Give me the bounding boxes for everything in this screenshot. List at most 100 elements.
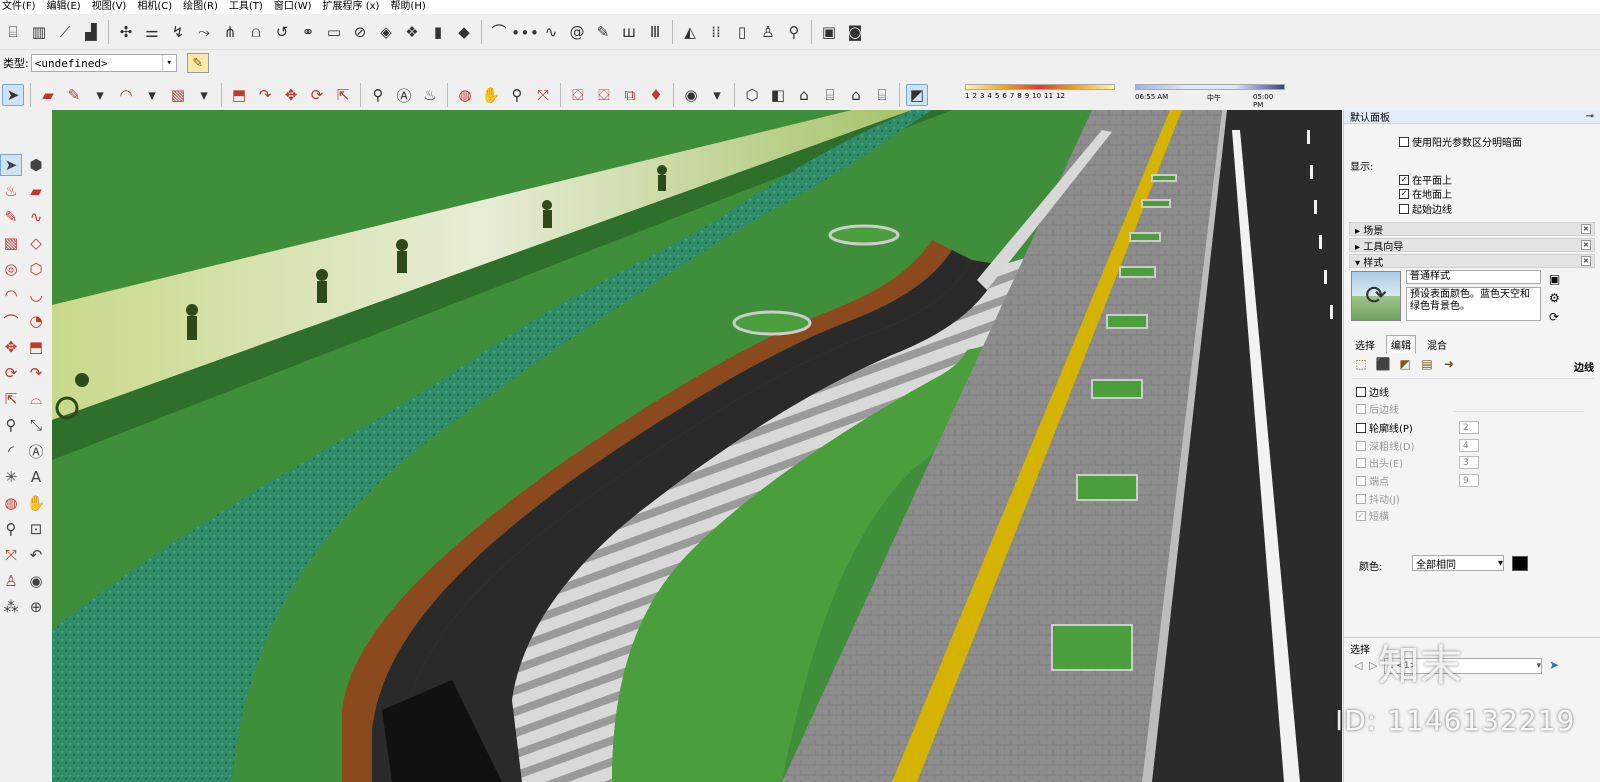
- background-settings-icon[interactable]: ◩: [1396, 356, 1414, 372]
- bend-icon[interactable]: ↯: [167, 21, 189, 43]
- branch-icon[interactable]: ⋔: [219, 21, 241, 43]
- on-faces-checkbox[interactable]: ✓: [1399, 174, 1409, 185]
- on-ground-checkbox[interactable]: ✓: [1399, 188, 1409, 199]
- move-icon[interactable]: ✥: [0, 336, 22, 358]
- offset-icon[interactable]: ⌓: [25, 388, 47, 410]
- top-view-icon[interactable]: ◧: [767, 84, 789, 106]
- 3d-text-icon[interactable]: A: [25, 466, 47, 488]
- account-icon[interactable]: ◉: [680, 84, 702, 106]
- arc-icon[interactable]: ◠: [115, 84, 137, 106]
- follow-me-icon[interactable]: ↷: [254, 84, 276, 106]
- right-view-icon[interactable]: ⌸: [819, 84, 841, 106]
- diamond-icon[interactable]: ◆: [453, 21, 475, 43]
- look-around-icon[interactable]: ◉: [25, 570, 47, 592]
- dots-line-icon[interactable]: ∙∙∙: [511, 21, 539, 43]
- eraser-icon[interactable]: ▰: [37, 84, 59, 106]
- layer-dropdown[interactable]: <undefined> ▾: [30, 54, 177, 72]
- paint-bucket-icon[interactable]: ♨: [419, 84, 441, 106]
- dimension-icon[interactable]: ⤡: [25, 414, 47, 436]
- chevron-down-icon[interactable]: ▾: [161, 55, 176, 71]
- close-icon[interactable]: ×: [1581, 224, 1591, 234]
- edge-settings-icon[interactable]: ⬚: [1352, 356, 1370, 372]
- zoom-extents-icon[interactable]: ⤧: [532, 84, 554, 106]
- circle-icon[interactable]: ◎: [0, 258, 22, 280]
- left-view-icon[interactable]: ⌸: [871, 84, 893, 106]
- update-style-icon[interactable]: ⚙: [1549, 291, 1560, 305]
- section-scenes[interactable]: ▸ 场景 ×: [1349, 222, 1595, 237]
- line-icon[interactable]: ✎: [0, 206, 22, 228]
- push-pull-icon[interactable]: ⬒: [228, 84, 250, 106]
- rotate-icon[interactable]: ⟳: [0, 362, 22, 384]
- menu-extensions[interactable]: 扩展程序 (x): [323, 0, 380, 14]
- zoom-icon[interactable]: ⚲: [0, 518, 22, 540]
- display-on-ground[interactable]: ✓ 在地面上: [1399, 186, 1452, 201]
- from-edges-checkbox[interactable]: [1399, 203, 1409, 214]
- refresh-style-icon[interactable]: ⟳: [1549, 310, 1559, 324]
- position-camera-icon[interactable]: ♙: [0, 570, 22, 592]
- shadow-time-slider[interactable]: 06:55 AM 中午 05:00 PM: [1135, 82, 1285, 109]
- edge-opt-profiles[interactable]: 轮廓线(P) 2: [1356, 420, 1479, 435]
- pencil-icon[interactable]: ✎: [592, 21, 614, 43]
- tab-mix[interactable]: 混合: [1422, 335, 1452, 354]
- watermark-settings-icon[interactable]: ▤: [1418, 356, 1436, 372]
- walk-icon[interactable]: ⁂: [0, 596, 22, 618]
- create-style-icon[interactable]: ▣: [1549, 272, 1560, 286]
- text-icon[interactable]: Ⓐ: [25, 440, 47, 462]
- pie-icon[interactable]: ◔: [25, 310, 47, 332]
- zoom-extents-icon[interactable]: ⤧: [0, 544, 22, 566]
- edge-opt-edges[interactable]: 边线: [1356, 384, 1389, 399]
- menu-camera[interactable]: 相机(C): [137, 0, 172, 14]
- move-icon[interactable]: ✥: [280, 84, 302, 106]
- twist-icon[interactable]: ⤳: [193, 21, 215, 43]
- profiles-checkbox[interactable]: [1356, 422, 1366, 433]
- ramp-icon[interactable]: ⟋: [54, 21, 76, 43]
- loop-icon[interactable]: ↺: [271, 21, 293, 43]
- profiles-width-input[interactable]: 2: [1459, 421, 1479, 434]
- wave-icon[interactable]: ∿: [540, 21, 562, 43]
- pencil-line-icon[interactable]: ✎: [63, 84, 85, 106]
- rectangle-icon[interactable]: ▧: [0, 232, 22, 254]
- style-name-field[interactable]: 普通样式: [1406, 270, 1541, 284]
- modeling-settings-icon[interactable]: ➜: [1440, 356, 1458, 372]
- close-icon[interactable]: ×: [1581, 240, 1591, 250]
- rotate-icon[interactable]: ⟳: [306, 84, 328, 106]
- components-icon[interactable]: ⧉: [619, 84, 641, 106]
- pan-icon[interactable]: ✋: [25, 492, 47, 514]
- scale-icon[interactable]: ⇱: [332, 84, 354, 106]
- back-arrow-icon[interactable]: ◁: [1354, 659, 1362, 672]
- front-view-icon[interactable]: ⌂: [793, 84, 815, 106]
- chevron-down-icon[interactable]: ▾: [1536, 661, 1541, 671]
- tab-select[interactable]: 选择: [1350, 335, 1380, 354]
- model-viewport[interactable]: [52, 110, 1342, 782]
- rail-icon[interactable]: ⚌: [141, 21, 163, 43]
- edge-color-swatch[interactable]: [1512, 556, 1528, 571]
- display-from-edges[interactable]: 起始边线: [1399, 201, 1452, 216]
- use-sun-option[interactable]: 使用阳光参数区分明暗面: [1399, 134, 1522, 149]
- zoom-window-icon[interactable]: ⊡: [25, 518, 47, 540]
- protractor-icon[interactable]: ◜: [0, 440, 22, 462]
- menu-draw[interactable]: 绘图(R): [183, 0, 218, 14]
- stairs-icon[interactable]: ⌸: [2, 21, 24, 43]
- cube-stack-icon[interactable]: ◈: [375, 21, 397, 43]
- eraser-box-icon[interactable]: ▭: [323, 21, 345, 43]
- comb-icon[interactable]: ш: [618, 21, 640, 43]
- bar-steps-icon[interactable]: ▟: [80, 21, 102, 43]
- chevron-down-icon[interactable]: ▾: [89, 84, 111, 106]
- menu-view[interactable]: 视图(V): [92, 0, 127, 14]
- details-arrow-icon[interactable]: ➤: [1549, 658, 1559, 672]
- follow-me-icon[interactable]: ↷: [25, 362, 47, 384]
- menu-edit[interactable]: 编辑(E): [47, 0, 81, 14]
- curve-icon[interactable]: ⌒: [488, 21, 510, 43]
- column-icon[interactable]: ▥: [28, 21, 50, 43]
- close-icon[interactable]: ×: [1581, 256, 1591, 266]
- edges-checkbox[interactable]: [1356, 386, 1366, 397]
- warehouse-icon[interactable]: ⛋: [567, 84, 589, 106]
- cube-cut-icon[interactable]: ❖: [401, 21, 423, 43]
- section-plane-icon[interactable]: ⊕: [25, 596, 47, 618]
- figure-icon[interactable]: ♙: [757, 21, 779, 43]
- share-model-icon[interactable]: ⛋: [593, 84, 615, 106]
- orbit-icon[interactable]: ◍: [0, 492, 22, 514]
- shadow-toggle-icon[interactable]: ◩: [906, 84, 928, 106]
- style-thumbnail[interactable]: ⟳: [1351, 271, 1401, 321]
- style-description-field[interactable]: 预设表面颜色。蓝色天空和绿色背景色。: [1406, 287, 1541, 321]
